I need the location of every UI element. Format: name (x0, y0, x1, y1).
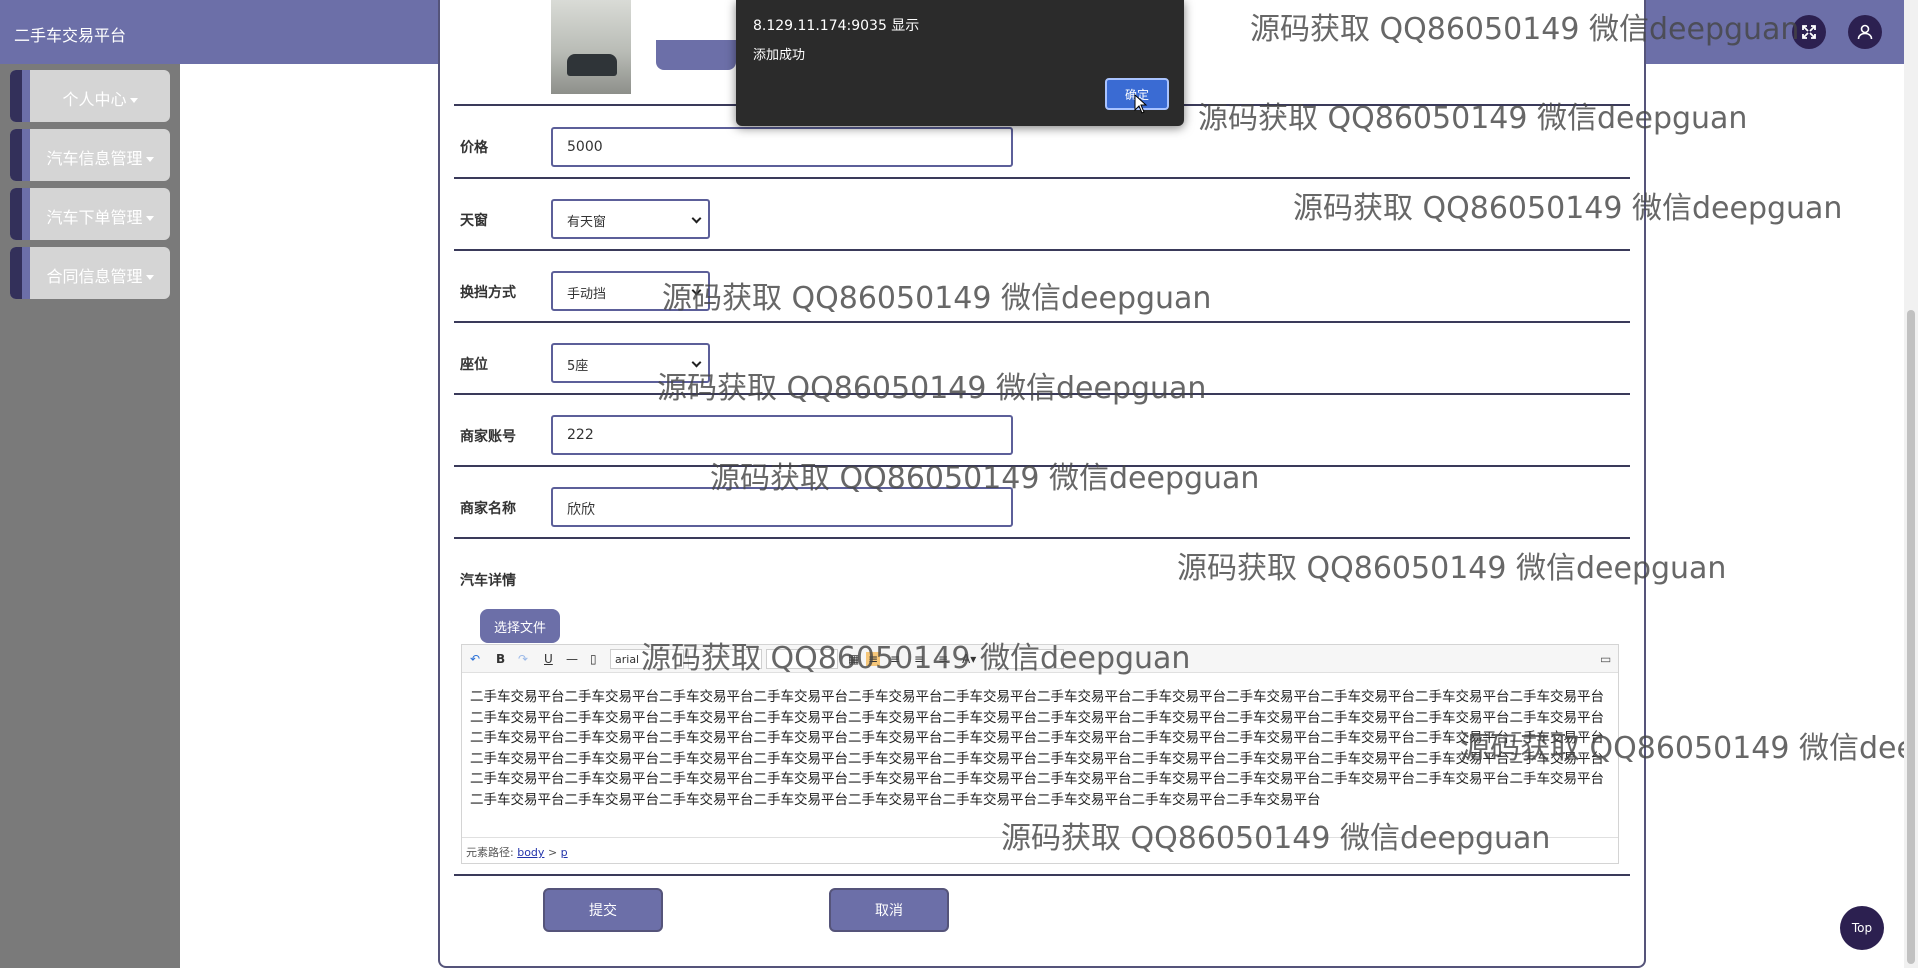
alert-dialog: 8.129.11.174:9035 显示 添加成功 确定 (736, 0, 1184, 126)
caret-down-icon (145, 157, 154, 162)
sidebar-item-personal-center[interactable]: 个人中心 (10, 70, 170, 122)
sunroof-label: 天窗 (460, 213, 488, 229)
expand-icon (1802, 25, 1816, 39)
transmission-selected-value: 手动挡 (567, 287, 607, 302)
sidebar-item-car-orders[interactable]: 汽车下单管理 (10, 188, 170, 240)
watermark: 源码获取 QQ86050149 微信deepguan (710, 461, 1260, 496)
sidebar-item-contracts[interactable]: 合同信息管理 (10, 247, 170, 299)
caret-down-icon (145, 216, 154, 221)
alert-message: 添加成功 (753, 48, 806, 63)
submit-button[interactable]: 提交 (543, 888, 663, 932)
user-icon (1857, 24, 1873, 40)
car-image-thumbnail (551, 0, 631, 94)
watermark: 源码获取 QQ86050149 微信deepguan (1177, 551, 1727, 586)
transmission-label: 换挡方式 (460, 285, 516, 301)
divider (454, 249, 1630, 251)
user-menu-button[interactable] (1848, 15, 1882, 49)
seats-selected-value: 5座 (567, 359, 589, 374)
divider (454, 537, 1630, 539)
watermark: 源码获取 QQ86050149 微信deepguan (662, 281, 1212, 316)
element-path-separator: > (547, 846, 558, 859)
merchant-account-input[interactable]: 222 (551, 415, 1013, 455)
sidebar-item-car-info[interactable]: 汽车信息管理 (10, 129, 170, 181)
seats-label: 座位 (460, 357, 488, 373)
merchant-account-label: 商家账号 (460, 429, 516, 445)
price-input[interactable]: 5000 (551, 127, 1013, 167)
watermark: 源码获取 QQ86050149 微信deepguan (1001, 821, 1551, 856)
choose-file-button[interactable]: 选择文件 (480, 609, 560, 643)
sidebar-item-label: 个人中心 (62, 90, 127, 109)
sidebar-item-label: 汽车信息管理 (46, 149, 143, 168)
element-path-p-link[interactable]: p (561, 846, 568, 859)
chevron-down-icon (691, 213, 702, 224)
price-label: 价格 (460, 140, 488, 156)
watermark: 源码获取 QQ86050149 微信deepguan (657, 371, 1207, 406)
sidebar-item-label: 汽车下单管理 (46, 208, 143, 227)
divider (454, 177, 1630, 179)
element-path-body-link[interactable]: body (517, 846, 544, 859)
mouse-cursor-icon (1134, 94, 1148, 114)
watermark: 源码获取 QQ86050149 微信deepguan (641, 641, 1191, 676)
divider (454, 321, 1630, 323)
app-title: 二手车交易平台 (14, 26, 127, 45)
alert-origin: 8.129.11.174:9035 显示 (753, 18, 920, 34)
watermark: 源码获取 QQ86050149 微信deepguan (1460, 731, 1904, 766)
divider (454, 874, 1630, 876)
element-path-label: 元素路径: (466, 846, 514, 859)
underline-button[interactable]: U (544, 652, 553, 666)
sidebar: 个人中心 汽车信息管理 汽车下单管理 合同信息管理 (0, 64, 180, 968)
back-to-top-button[interactable]: Top (1840, 906, 1884, 950)
editor-content[interactable]: 二手车交易平台二手车交易平台二手车交易平台二手车交易平台二手车交易平台二手车交易… (470, 687, 1610, 811)
car-details-label: 汽车详情 (460, 573, 516, 589)
page-scrollbar-thumb[interactable] (1907, 310, 1915, 964)
caret-down-icon (129, 98, 138, 103)
horizontal-rule-icon[interactable]: — (566, 652, 578, 666)
document-icon[interactable]: ▯ (590, 652, 597, 666)
sidebar-item-label: 合同信息管理 (46, 267, 143, 286)
fullscreen-editor-icon[interactable]: ▭ (1600, 652, 1611, 666)
sunroof-selected-value: 有天窗 (567, 215, 607, 230)
undo-icon[interactable]: ↶ (470, 652, 480, 666)
watermark: 源码获取 QQ86050149 微信deepguan (1250, 12, 1800, 47)
watermark: 源码获取 QQ86050149 微信deepguan (1198, 101, 1748, 136)
cancel-button[interactable]: 取消 (829, 888, 949, 932)
car-shape (567, 54, 617, 76)
watermark: 源码获取 QQ86050149 微信deepguan (1293, 191, 1843, 226)
redo-icon[interactable]: ↷ (518, 652, 528, 666)
sunroof-select[interactable]: 有天窗 (551, 199, 710, 239)
bold-button[interactable]: B (496, 652, 505, 666)
caret-down-icon (145, 275, 154, 280)
upload-image-button[interactable] (656, 40, 736, 70)
merchant-name-label: 商家名称 (460, 501, 516, 517)
